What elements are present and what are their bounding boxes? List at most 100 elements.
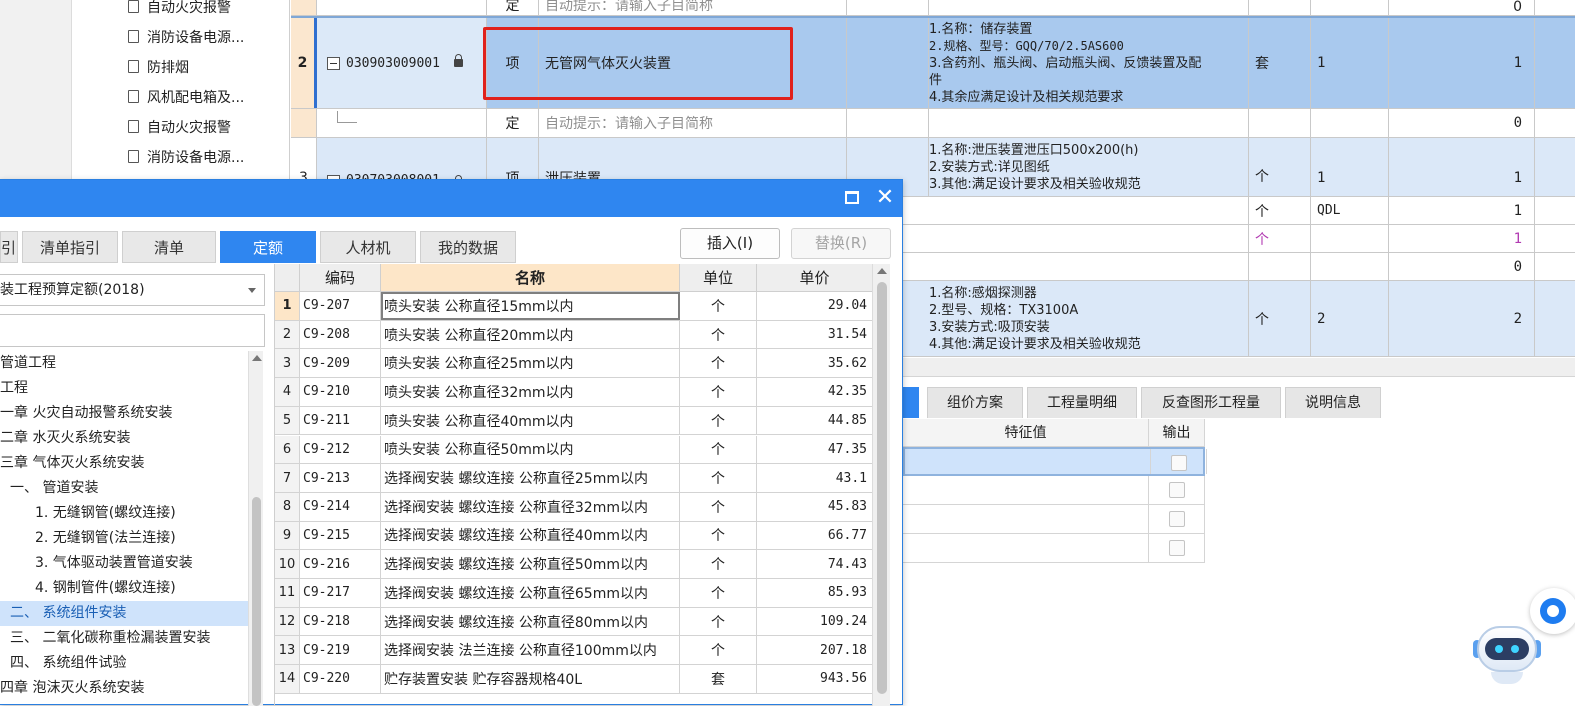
table-row[interactable]: 8 C9-214 选择阀安装 螺纹连接 公称直径32mm以内个 45.83 xyxy=(275,492,872,522)
item-qty-expr[interactable]: 1 xyxy=(1311,18,1389,108)
item-qty-expr[interactable]: 2 xyxy=(1311,281,1389,356)
tree-item[interactable]: 自动火灾报警 xyxy=(128,0,231,21)
unit-header[interactable]: 单位 xyxy=(680,264,757,292)
item-code-cell[interactable]: 030903009001 xyxy=(317,18,487,108)
insert-button[interactable]: 插入(I) xyxy=(680,228,780,259)
quota-unit: 套 xyxy=(680,665,757,693)
item-name-placeholder[interactable]: 自动提示：请输入子目简称 xyxy=(539,109,847,137)
row-number-header xyxy=(275,264,300,292)
item-amount: 2 xyxy=(1389,281,1535,356)
scroll-up-icon[interactable] xyxy=(877,268,887,274)
tree-node[interactable]: 四、 系统组件试验 xyxy=(0,651,248,676)
table-row[interactable]: 3 C9-209 喷头安装 公称直径25mm以内个 35.62 xyxy=(275,349,872,379)
tree-item[interactable]: 消防设备电源... xyxy=(128,147,244,171)
item-description[interactable]: 1.名称:泄压装置泄压口500x200(h) 2.安装方式:详见图纸 3.其他:… xyxy=(929,138,1249,196)
item-qty-expr[interactable]: 1 xyxy=(1311,138,1389,196)
code-header[interactable]: 编码 xyxy=(300,264,381,292)
price-header[interactable]: 单价 xyxy=(757,264,872,292)
tree-node[interactable]: 2. 无缝钢管(法兰连接) xyxy=(0,526,248,551)
tree-node[interactable]: 工程 xyxy=(0,376,248,401)
close-icon[interactable]: ✕ xyxy=(874,184,896,212)
tab-quota[interactable]: 定额 xyxy=(220,231,316,263)
item-unit: 套 xyxy=(1249,18,1311,108)
row-number: 10 xyxy=(275,550,300,578)
output-checkbox[interactable] xyxy=(1171,455,1187,471)
tree-node[interactable]: 1. 无缝钢管(螺纹连接) xyxy=(0,501,248,526)
tree-node[interactable]: 4. 钢制管件(螺纹连接) xyxy=(0,576,248,601)
table-row[interactable]: 定 自动提示：请输入子目简称 0 xyxy=(291,109,1575,138)
table-row[interactable]: 2 C9-208 喷头安装 公称直径20mm以内个 31.54 xyxy=(275,320,872,350)
item-amount: 1 xyxy=(1389,18,1535,108)
chevron-down-icon xyxy=(248,288,256,293)
output-checkbox[interactable] xyxy=(1169,482,1185,498)
quota-code: C9-207 xyxy=(300,292,381,320)
output-checkbox[interactable] xyxy=(1169,540,1185,556)
tree-node[interactable]: 管道工程 xyxy=(0,351,248,376)
quota-unit: 个 xyxy=(680,521,757,550)
table-row[interactable]: 12 C9-218 选择阀安装 螺纹连接 公称直径80mm以内个 109.24 xyxy=(275,607,872,637)
table-row[interactable]: 9 C9-215 选择阀安装 螺纹连接 公称直径40mm以内个 66.77 xyxy=(275,521,872,551)
feature-value-header: 特征值 xyxy=(903,419,1149,446)
output-checkbox[interactable] xyxy=(1169,511,1185,527)
maximize-icon[interactable] xyxy=(845,191,859,204)
tab-description-info[interactable]: 说明信息 xyxy=(1285,387,1381,418)
dialog-title-bar[interactable]: ✕ xyxy=(0,180,902,217)
tab-partial[interactable]: 引 xyxy=(0,231,18,263)
tab-reverse-graphic[interactable]: 反查图形工程量 xyxy=(1141,387,1281,418)
tree-item[interactable]: 自动火灾报警 xyxy=(128,117,231,141)
tree-item[interactable]: 防排烟 xyxy=(128,57,189,81)
grid-scrollbar[interactable] xyxy=(872,264,890,706)
table-row[interactable]: 14 C9-220 贮存装置安装 贮存容器规格40L 套 943.56 xyxy=(275,665,872,694)
item-amount: 1 xyxy=(1389,225,1535,252)
quota-code: C9-215 xyxy=(300,521,381,550)
tree-node[interactable]: 3. 气体驱动装置管道安装 xyxy=(0,551,248,576)
collapse-icon[interactable] xyxy=(327,56,340,70)
search-input[interactable] xyxy=(0,314,265,347)
item-qty-expr[interactable]: QDL xyxy=(1311,197,1389,224)
tree-item[interactable]: 消防设备电源... xyxy=(128,27,244,51)
table-row[interactable]: 10 C9-216 选择阀安装 螺纹连接 公称直径50mm以内个 74.43 xyxy=(275,550,872,579)
table-row[interactable]: 6 C9-212 喷头安装 公称直径50mm以内个 47.35 xyxy=(275,435,872,465)
scroll-thumb[interactable] xyxy=(877,282,887,694)
table-row[interactable]: 13 C9-219 选择阀安装 法兰连接 公称直径100mm以内个 207.18 xyxy=(275,636,872,666)
table-row[interactable]: 11 C9-217 选择阀安装 螺纹连接 公称直径65mm以内个 85.93 xyxy=(275,579,872,608)
table-row[interactable]: 1 C9-207 喷头安装 公称直径15mm以内个 29.04 xyxy=(275,292,872,321)
tree-scrollbar[interactable] xyxy=(248,351,263,706)
tab-my-data[interactable]: 我的数据 xyxy=(420,231,516,263)
quota-library-select[interactable]: 装工程预算定额(2018) xyxy=(0,274,265,306)
table-row[interactable]: 定 自动提示：请输入子目简称 0 xyxy=(291,0,1575,16)
document-icon xyxy=(128,150,139,163)
row-number: 2 xyxy=(291,18,317,108)
tab-bill-guide[interactable]: 清单指引 xyxy=(22,231,118,263)
tree-node[interactable]: 三、 二氧化碳称重检漏装置安装 xyxy=(0,626,248,651)
quota-code: C9-219 xyxy=(300,636,381,665)
row-number: 13 xyxy=(275,636,300,665)
table-row[interactable]: 4 C9-210 喷头安装 公称直径32mm以内个 42.35 xyxy=(275,378,872,407)
tree-node-selected[interactable]: 二、 系统组件安装 xyxy=(0,601,248,626)
tree-node[interactable]: 一、 管道安装 xyxy=(0,476,248,501)
scroll-up-icon[interactable] xyxy=(252,355,262,361)
row-number: 3 xyxy=(275,349,300,378)
table-row-partial[interactable] xyxy=(275,694,872,706)
tree-node[interactable]: 一章 火灾自动报警系统安装 xyxy=(0,401,248,426)
tree-item[interactable]: 风机配电箱及... xyxy=(128,87,244,111)
tab-quantity-detail[interactable]: 工程量明细 xyxy=(1027,387,1137,418)
tree-node[interactable]: 四章 泡沫灭火系统安装 xyxy=(0,676,248,701)
quota-name: 选择阀安装 法兰连接 公称直径100mm以内 xyxy=(381,636,680,665)
quota-name: 选择阀安装 螺纹连接 公称直径32mm以内 xyxy=(381,492,680,521)
quota-code: C9-216 xyxy=(300,550,381,578)
item-description[interactable]: 1.名称:感烟探测器 2.型号、规格：TX3100A 3.安装方式:吸顶安装 4… xyxy=(929,281,1249,356)
name-header[interactable]: 名称 xyxy=(381,264,680,292)
tab-labor-material[interactable]: 人材机 xyxy=(320,231,416,263)
replace-button[interactable]: 替换(R) xyxy=(791,228,891,259)
tab-pricing-scheme[interactable]: 组价方案 xyxy=(927,387,1023,418)
tab-active-partial[interactable] xyxy=(903,387,919,418)
scroll-thumb[interactable] xyxy=(252,497,261,706)
table-row[interactable]: 7 C9-213 选择阀安装 螺纹连接 公称直径25mm以内个 43.1 xyxy=(275,464,872,493)
item-description[interactable]: 1.名称：储存装置 2.规格、型号：GQQ/70/2.5AS600 3.含药剂、… xyxy=(929,18,1249,108)
assistant-robot-icon[interactable] xyxy=(1473,620,1541,688)
tab-bill[interactable]: 清单 xyxy=(122,231,216,263)
tree-node[interactable]: 三章 气体灭火系统安装 xyxy=(0,451,248,476)
tree-node[interactable]: 二章 水灭火系统安装 xyxy=(0,426,248,451)
table-row[interactable]: 5 C9-211 喷头安装 公称直径40mm以内个 44.85 xyxy=(275,406,872,436)
